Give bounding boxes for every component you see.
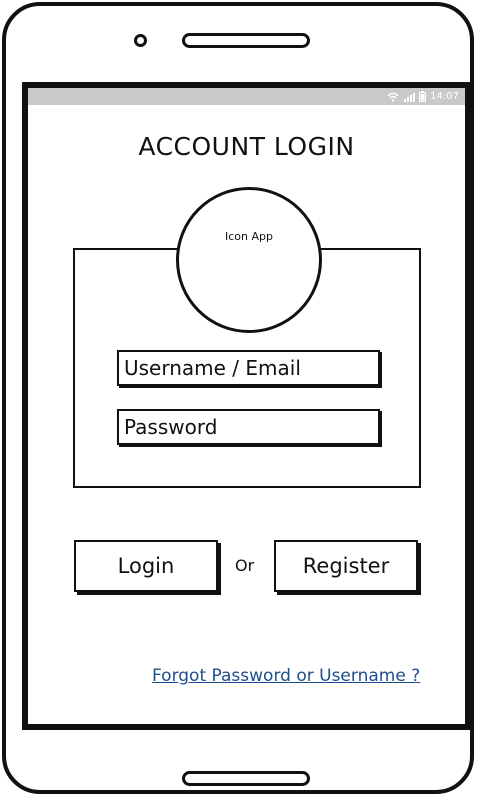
battery-icon bbox=[419, 91, 427, 102]
app-icon: Icon App bbox=[176, 187, 322, 333]
signal-icon bbox=[403, 92, 416, 102]
password-field[interactable]: Password bbox=[117, 409, 380, 445]
speaker-grille bbox=[182, 33, 310, 48]
app-icon-label: Icon App bbox=[225, 229, 273, 243]
phone-frame: 14:07 ACCOUNT LOGIN Icon App Username / … bbox=[2, 2, 474, 794]
camera-icon bbox=[134, 34, 147, 47]
status-time: 14:07 bbox=[430, 91, 459, 102]
or-label: Or bbox=[235, 556, 255, 575]
forgot-password-link[interactable]: Forgot Password or Username ? bbox=[152, 666, 420, 686]
status-bar: 14:07 bbox=[28, 88, 465, 105]
page-title: ACCOUNT LOGIN bbox=[138, 132, 355, 161]
phone-screen: 14:07 ACCOUNT LOGIN Icon App Username / … bbox=[22, 82, 471, 730]
login-button[interactable]: Login bbox=[74, 540, 218, 592]
wifi-icon bbox=[387, 92, 399, 102]
home-button[interactable] bbox=[182, 771, 310, 786]
username-field[interactable]: Username / Email bbox=[117, 350, 380, 386]
register-button[interactable]: Register bbox=[274, 540, 418, 592]
